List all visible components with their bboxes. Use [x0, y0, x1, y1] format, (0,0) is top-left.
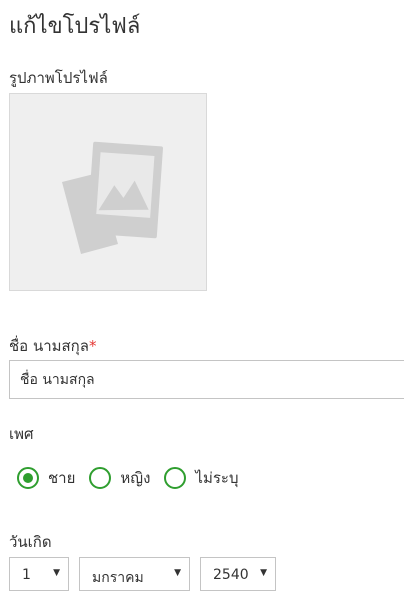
name-label-text: ชื่อ นามสกุล [9, 337, 89, 355]
birthday-year-select[interactable]: 2540 ▼ [200, 557, 276, 591]
caret-down-icon: ▼ [174, 568, 181, 578]
profile-photo-label: รูปภาพโปรไฟล์ [9, 69, 108, 87]
gender-option-male[interactable]: ชาย [17, 466, 75, 490]
gender-option-label: หญิง [120, 469, 151, 487]
gender-option-unspecified[interactable]: ไม่ระบุ [164, 466, 238, 490]
name-input[interactable] [9, 360, 404, 399]
radio-button-male[interactable] [17, 467, 39, 489]
birthday-month-select[interactable]: มกราคม ▼ [79, 557, 190, 591]
required-mark: * [88, 337, 97, 355]
year-value: 2540 [213, 567, 249, 583]
gender-option-female[interactable]: หญิง [89, 466, 150, 490]
gender-radio-group: ชาย หญิง ไม่ระบุ [17, 466, 252, 490]
birthday-label: วันเกิด [9, 533, 52, 551]
caret-down-icon: ▼ [260, 568, 267, 578]
radio-button-unspecified[interactable] [164, 467, 187, 489]
gender-label: เพศ [9, 425, 34, 443]
radio-button-female[interactable] [89, 467, 112, 489]
page-title: แก้ไขโปรไฟล์ [9, 14, 141, 39]
profile-photo-upload[interactable] [9, 93, 207, 291]
birthday-day-select[interactable]: 1 ▼ [9, 557, 69, 591]
caret-down-icon: ▼ [53, 568, 60, 578]
gender-option-label: ชาย [48, 469, 76, 487]
image-placeholder-icon [62, 141, 163, 254]
gender-option-label: ไม่ระบุ [195, 469, 239, 487]
month-value: มกราคม [92, 570, 144, 586]
day-value: 1 [22, 567, 31, 583]
name-field-label: ชื่อ นามสกุล* [9, 334, 96, 358]
